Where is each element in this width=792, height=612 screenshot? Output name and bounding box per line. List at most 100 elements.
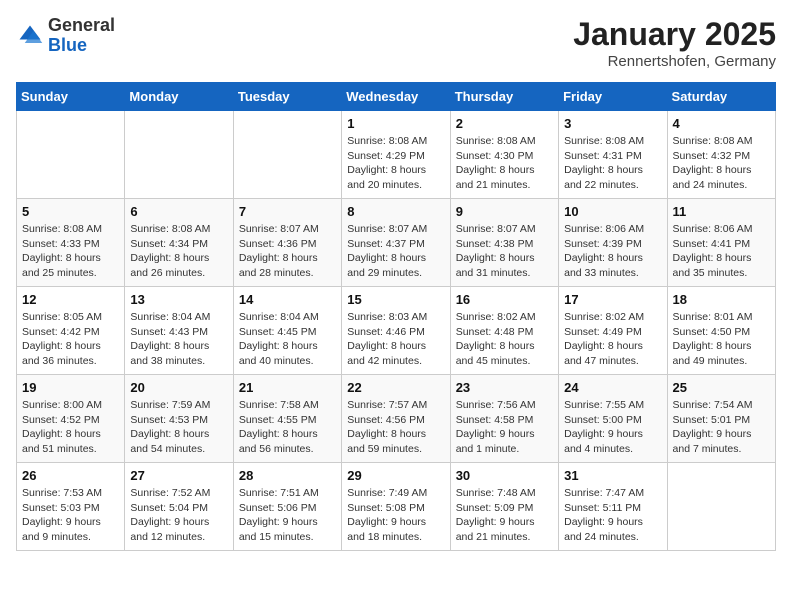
day-number: 4 <box>673 116 770 131</box>
calendar-day-26: 26 Sunrise: 7:53 AM Sunset: 5:03 PM Dayli… <box>17 463 125 551</box>
calendar-day-27: 27 Sunrise: 7:52 AM Sunset: 5:04 PM Dayli… <box>125 463 233 551</box>
calendar-week-row: 26 Sunrise: 7:53 AM Sunset: 5:03 PM Dayli… <box>17 463 776 551</box>
day-number: 3 <box>564 116 661 131</box>
day-number: 21 <box>239 380 336 395</box>
calendar-day-22: 22 Sunrise: 7:57 AM Sunset: 4:56 PM Dayli… <box>342 375 450 463</box>
day-info: Sunrise: 8:08 AM Sunset: 4:34 PM Dayligh… <box>130 222 227 281</box>
calendar-day-3: 3 Sunrise: 8:08 AM Sunset: 4:31 PM Daylig… <box>559 111 667 199</box>
page-header: General Blue January 2025 Rennertshofen,… <box>16 16 776 70</box>
weekday-header-thursday: Thursday <box>450 83 558 111</box>
day-number: 30 <box>456 468 553 483</box>
weekday-header-saturday: Saturday <box>667 83 775 111</box>
logo-general-text: General <box>48 16 115 36</box>
day-info: Sunrise: 7:57 AM Sunset: 4:56 PM Dayligh… <box>347 398 444 457</box>
day-number: 19 <box>22 380 119 395</box>
day-info: Sunrise: 7:51 AM Sunset: 5:06 PM Dayligh… <box>239 486 336 545</box>
day-number: 9 <box>456 204 553 219</box>
day-info: Sunrise: 8:08 AM Sunset: 4:31 PM Dayligh… <box>564 134 661 193</box>
weekday-header-sunday: Sunday <box>17 83 125 111</box>
day-info: Sunrise: 8:01 AM Sunset: 4:50 PM Dayligh… <box>673 310 770 369</box>
day-info: Sunrise: 8:06 AM Sunset: 4:41 PM Dayligh… <box>673 222 770 281</box>
day-info: Sunrise: 8:08 AM Sunset: 4:33 PM Dayligh… <box>22 222 119 281</box>
calendar-day-18: 18Sunrise: 8:01 AM Sunset: 4:50 PM Dayli… <box>667 287 775 375</box>
weekday-header-wednesday: Wednesday <box>342 83 450 111</box>
day-number: 11 <box>673 204 770 219</box>
day-number: 20 <box>130 380 227 395</box>
day-info: Sunrise: 7:52 AM Sunset: 5:04 PM Dayligh… <box>130 486 227 545</box>
day-info: Sunrise: 8:02 AM Sunset: 4:49 PM Dayligh… <box>564 310 661 369</box>
calendar-day-1: 1Sunrise: 8:08 AM Sunset: 4:29 PM Daylig… <box>342 111 450 199</box>
day-number: 27 <box>130 468 227 483</box>
calendar-day-2: 2Sunrise: 8:08 AM Sunset: 4:30 PM Daylig… <box>450 111 558 199</box>
day-info: Sunrise: 7:53 AM Sunset: 5:03 PM Dayligh… <box>22 486 119 545</box>
day-number: 6 <box>130 204 227 219</box>
calendar-day-17: 17 Sunrise: 8:02 AM Sunset: 4:49 PM Dayli… <box>559 287 667 375</box>
day-info: Sunrise: 8:08 AM Sunset: 4:29 PM Dayligh… <box>347 134 444 193</box>
location-text: Rennertshofen, Germany <box>573 53 776 70</box>
calendar-week-row: 19 Sunrise: 8:00 AM Sunset: 4:52 PM Dayli… <box>17 375 776 463</box>
month-title: January 2025 <box>573 16 776 53</box>
day-number: 16 <box>456 292 553 307</box>
logo: General Blue <box>16 16 115 56</box>
day-info: Sunrise: 7:54 AM Sunset: 5:01 PM Dayligh… <box>673 398 770 457</box>
day-number: 24 <box>564 380 661 395</box>
day-number: 25 <box>673 380 770 395</box>
calendar-day-16: 16Sunrise: 8:02 AM Sunset: 4:48 PM Dayli… <box>450 287 558 375</box>
calendar-day-21: 21Sunrise: 7:58 AM Sunset: 4:55 PM Dayli… <box>233 375 341 463</box>
calendar-day-5: 5 Sunrise: 8:08 AM Sunset: 4:33 PM Daylig… <box>17 199 125 287</box>
calendar-day-14: 14 Sunrise: 8:04 AM Sunset: 4:45 PM Dayli… <box>233 287 341 375</box>
day-info: Sunrise: 7:49 AM Sunset: 5:08 PM Dayligh… <box>347 486 444 545</box>
calendar-empty-cell <box>233 111 341 199</box>
title-block: January 2025 Rennertshofen, Germany <box>573 16 776 70</box>
calendar-day-20: 20 Sunrise: 7:59 AM Sunset: 4:53 PM Dayli… <box>125 375 233 463</box>
day-number: 2 <box>456 116 553 131</box>
day-info: Sunrise: 8:08 AM Sunset: 4:32 PM Dayligh… <box>673 134 770 193</box>
day-number: 10 <box>564 204 661 219</box>
day-info: Sunrise: 8:03 AM Sunset: 4:46 PM Dayligh… <box>347 310 444 369</box>
day-info: Sunrise: 7:47 AM Sunset: 5:11 PM Dayligh… <box>564 486 661 545</box>
calendar-empty-cell <box>125 111 233 199</box>
calendar-day-28: 28Sunrise: 7:51 AM Sunset: 5:06 PM Dayli… <box>233 463 341 551</box>
day-number: 31 <box>564 468 661 483</box>
day-number: 15 <box>347 292 444 307</box>
day-info: Sunrise: 7:48 AM Sunset: 5:09 PM Dayligh… <box>456 486 553 545</box>
calendar-week-row: 1Sunrise: 8:08 AM Sunset: 4:29 PM Daylig… <box>17 111 776 199</box>
day-number: 26 <box>22 468 119 483</box>
calendar-day-4: 4 Sunrise: 8:08 AM Sunset: 4:32 PM Daylig… <box>667 111 775 199</box>
day-info: Sunrise: 8:04 AM Sunset: 4:45 PM Dayligh… <box>239 310 336 369</box>
calendar-day-19: 19 Sunrise: 8:00 AM Sunset: 4:52 PM Dayli… <box>17 375 125 463</box>
day-number: 17 <box>564 292 661 307</box>
calendar-day-25: 25 Sunrise: 7:54 AM Sunset: 5:01 PM Dayli… <box>667 375 775 463</box>
day-info: Sunrise: 8:05 AM Sunset: 4:42 PM Dayligh… <box>22 310 119 369</box>
weekday-header-tuesday: Tuesday <box>233 83 341 111</box>
calendar-day-13: 13 Sunrise: 8:04 AM Sunset: 4:43 PM Dayli… <box>125 287 233 375</box>
calendar-day-8: 8 Sunrise: 8:07 AM Sunset: 4:37 PM Daylig… <box>342 199 450 287</box>
day-info: Sunrise: 8:00 AM Sunset: 4:52 PM Dayligh… <box>22 398 119 457</box>
day-number: 5 <box>22 204 119 219</box>
day-number: 23 <box>456 380 553 395</box>
day-number: 13 <box>130 292 227 307</box>
day-number: 22 <box>347 380 444 395</box>
calendar-day-11: 11 Sunrise: 8:06 AM Sunset: 4:41 PM Dayli… <box>667 199 775 287</box>
day-number: 7 <box>239 204 336 219</box>
day-info: Sunrise: 8:04 AM Sunset: 4:43 PM Dayligh… <box>130 310 227 369</box>
day-info: Sunrise: 7:55 AM Sunset: 5:00 PM Dayligh… <box>564 398 661 457</box>
day-info: Sunrise: 8:06 AM Sunset: 4:39 PM Dayligh… <box>564 222 661 281</box>
calendar-day-23: 23Sunrise: 7:56 AM Sunset: 4:58 PM Dayli… <box>450 375 558 463</box>
day-number: 12 <box>22 292 119 307</box>
weekday-header-friday: Friday <box>559 83 667 111</box>
day-number: 8 <box>347 204 444 219</box>
day-number: 29 <box>347 468 444 483</box>
weekday-header-row: SundayMondayTuesdayWednesdayThursdayFrid… <box>17 83 776 111</box>
calendar-day-24: 24 Sunrise: 7:55 AM Sunset: 5:00 PM Dayli… <box>559 375 667 463</box>
day-number: 14 <box>239 292 336 307</box>
logo-icon <box>16 22 44 50</box>
day-info: Sunrise: 8:07 AM Sunset: 4:37 PM Dayligh… <box>347 222 444 281</box>
calendar-day-7: 7Sunrise: 8:07 AM Sunset: 4:36 PM Daylig… <box>233 199 341 287</box>
day-info: Sunrise: 7:59 AM Sunset: 4:53 PM Dayligh… <box>130 398 227 457</box>
calendar-week-row: 5 Sunrise: 8:08 AM Sunset: 4:33 PM Daylig… <box>17 199 776 287</box>
calendar-empty-cell <box>667 463 775 551</box>
calendar-day-10: 10 Sunrise: 8:06 AM Sunset: 4:39 PM Dayli… <box>559 199 667 287</box>
calendar-day-31: 31 Sunrise: 7:47 AM Sunset: 5:11 PM Dayli… <box>559 463 667 551</box>
calendar-day-30: 30 Sunrise: 7:48 AM Sunset: 5:09 PM Dayli… <box>450 463 558 551</box>
